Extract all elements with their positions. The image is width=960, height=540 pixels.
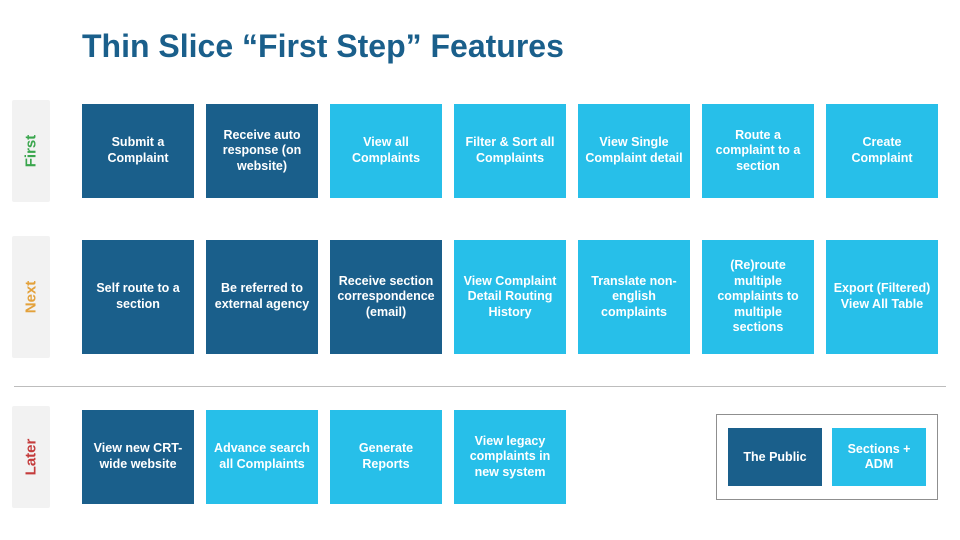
feature-card: Generate Reports <box>330 410 442 504</box>
feature-card: View new CRT-wide website <box>82 410 194 504</box>
feature-card: (Re)route multiple complaints to multipl… <box>702 240 814 354</box>
feature-card: Create Complaint <box>826 104 938 198</box>
legend: The Public Sections + ADM <box>716 414 938 500</box>
feature-card: Route a complaint to a section <box>702 104 814 198</box>
feature-card: Self route to a section <box>82 240 194 354</box>
row-next: Self route to a section Be referred to e… <box>82 240 942 354</box>
feature-card: Translate non-english complaints <box>578 240 690 354</box>
feature-card: Receive auto response (on website) <box>206 104 318 198</box>
phase-label-first: First <box>23 135 40 168</box>
legend-swatch-public: The Public <box>728 428 822 486</box>
row-first: Submit a Complaint Receive auto response… <box>82 104 942 198</box>
phase-box-later: Later <box>12 406 50 508</box>
feature-card: Advance search all Complaints <box>206 410 318 504</box>
phase-label-next: Next <box>23 281 40 314</box>
slide-title: Thin Slice “First Step” Features <box>82 28 564 65</box>
divider <box>14 386 946 387</box>
phase-label-later: Later <box>23 439 40 476</box>
feature-card: View Complaint Detail Routing History <box>454 240 566 354</box>
feature-card: View legacy complaints in new system <box>454 410 566 504</box>
feature-card: Be referred to external agency <box>206 240 318 354</box>
phase-box-first: First <box>12 100 50 202</box>
legend-swatch-sections: Sections + ADM <box>832 428 926 486</box>
feature-card: View Single Complaint detail <box>578 104 690 198</box>
feature-card: Filter & Sort all Complaints <box>454 104 566 198</box>
feature-card: Receive section correspondence (email) <box>330 240 442 354</box>
phase-box-next: Next <box>12 236 50 358</box>
slide: Thin Slice “First Step” Features First N… <box>0 0 960 540</box>
feature-card: Submit a Complaint <box>82 104 194 198</box>
feature-card: Export (Filtered) View All Table <box>826 240 938 354</box>
feature-card: View all Complaints <box>330 104 442 198</box>
